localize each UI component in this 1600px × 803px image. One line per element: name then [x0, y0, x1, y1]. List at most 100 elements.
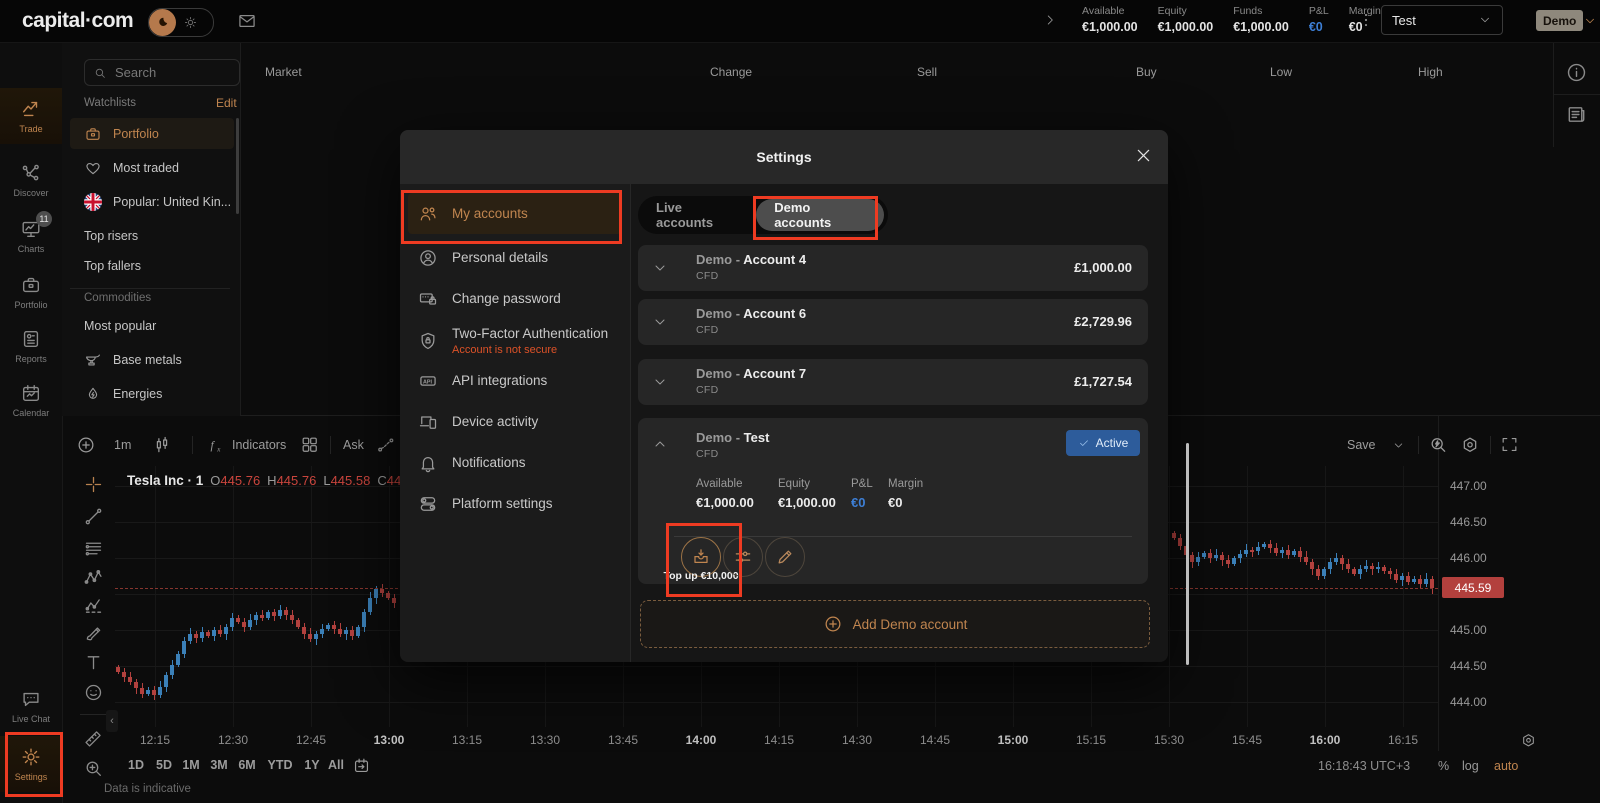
watchlist-item-most-traded[interactable]: Most traded	[70, 152, 234, 183]
watchlist-item-top-risers[interactable]: Top risers	[70, 220, 234, 251]
range-ytd[interactable]: YTD	[268, 758, 293, 772]
info-icon[interactable]	[1565, 61, 1588, 84]
candle	[1358, 569, 1362, 574]
modal-nav-personal-details[interactable]: Personal details	[408, 237, 622, 278]
account-row-account-6[interactable]: Demo - Account 6CFD£2,729.96	[638, 299, 1148, 345]
watchlist-item-energies[interactable]: Energies	[70, 378, 234, 409]
scale-log[interactable]: log	[1462, 759, 1479, 773]
layout-grid-icon[interactable]	[300, 435, 319, 454]
tool-brush-icon[interactable]	[76, 622, 110, 643]
chevron-up-icon[interactable]	[652, 436, 668, 452]
range-5d[interactable]: 5D	[156, 758, 172, 772]
save-button[interactable]: Save	[1347, 438, 1376, 452]
chevron-right-icon[interactable]	[1043, 13, 1057, 27]
news-icon[interactable]	[1565, 103, 1588, 126]
sidebar-item-reports[interactable]: Reports	[0, 318, 62, 374]
chevron-down-icon[interactable]	[652, 260, 668, 276]
sidebar-item-discover[interactable]: Discover	[0, 152, 62, 208]
chart-settings-icon[interactable]	[1460, 435, 1480, 455]
charts-count-badge: 11	[36, 211, 52, 227]
save-chevron-down-icon[interactable]	[1392, 439, 1405, 452]
watchlist-scrollbar[interactable]	[236, 118, 239, 214]
tool-trendline-icon[interactable]	[76, 506, 110, 527]
watchlists-edit-link[interactable]: Edit	[216, 96, 237, 110]
line-style-icon[interactable]	[376, 435, 396, 455]
heart-icon	[84, 159, 102, 177]
add-symbol-button[interactable]	[76, 435, 96, 455]
watchlist-item-portfolio[interactable]: Portfolio	[70, 118, 234, 149]
tool-textt-icon[interactable]	[76, 652, 110, 673]
theme-toggle[interactable]	[148, 8, 214, 37]
sliders-button[interactable]	[723, 537, 763, 577]
watchlist-item-popular-united-kin-[interactable]: Popular: United Kin...	[70, 186, 234, 217]
scale-%[interactable]: %	[1438, 759, 1449, 773]
watchlist-item-base-metals[interactable]: Base metals	[70, 344, 234, 375]
time-tick: 13:00	[374, 733, 405, 747]
range-1m[interactable]: 1M	[182, 758, 199, 772]
mail-icon[interactable]	[237, 11, 257, 31]
tab-demo-accounts[interactable]: Demo accounts	[756, 199, 884, 231]
indicators-button[interactable]: Indicators	[232, 438, 286, 452]
modal-nav-two-factor-authentication[interactable]: Two-Factor AuthenticationAccount is not …	[408, 318, 622, 364]
chevron-down-icon[interactable]	[652, 374, 668, 390]
account-row-account-7[interactable]: Demo - Account 7CFD£1,727.54	[638, 359, 1148, 405]
sidebar: Trade DiscoverCharts11PortfolioReportsCal…	[0, 42, 63, 803]
tool-crosshair-icon[interactable]	[76, 474, 110, 495]
candle	[1286, 550, 1290, 555]
tool-ruler-icon[interactable]	[76, 728, 110, 749]
range-1y[interactable]: 1Y	[304, 758, 319, 772]
axis-settings-icon[interactable]	[1520, 732, 1537, 749]
range-3m[interactable]: 3M	[210, 758, 227, 772]
sidebar-item-trade[interactable]: Trade	[0, 88, 64, 144]
modal-nav-change-password[interactable]: Change password	[408, 278, 622, 319]
candle	[248, 620, 252, 627]
interval-button[interactable]: 1m	[114, 438, 131, 452]
tool-xabcd-icon[interactable]	[76, 568, 110, 589]
modal-scrollbar[interactable]	[1186, 443, 1189, 665]
tool-smiley-icon[interactable]	[76, 682, 110, 703]
tool-fib-icon[interactable]	[76, 538, 110, 559]
tool-zoomplus-icon[interactable]	[76, 758, 110, 779]
watchlist-item-most-popular[interactable]: Most popular	[70, 310, 234, 341]
tab-live-accounts[interactable]: Live accounts	[638, 200, 756, 230]
candle	[230, 618, 234, 627]
modal-nav-device-activity[interactable]: Device activity	[408, 401, 622, 442]
symbol-title[interactable]: Tesla Inc · 1	[127, 473, 203, 488]
collapse-panel-icon[interactable]: ‹	[106, 710, 118, 732]
sidebar-item-portfolio[interactable]: Portfolio	[0, 264, 62, 320]
chevron-down-icon[interactable]	[652, 314, 668, 330]
modal-nav-my-accounts[interactable]: My accounts	[408, 193, 622, 234]
modal-nav-notifications[interactable]: Notifications	[408, 442, 622, 483]
gridline-v	[1325, 466, 1326, 727]
search-input[interactable]	[113, 64, 217, 81]
scale-auto[interactable]: auto	[1494, 759, 1518, 773]
add-demo-account-button[interactable]: Add Demo account	[640, 600, 1150, 648]
demo-chevron-down-icon[interactable]	[1583, 14, 1597, 28]
pencil-button[interactable]	[765, 537, 805, 577]
fx-icon[interactable]: fx	[208, 435, 228, 455]
account-select[interactable]: Test	[1381, 5, 1503, 35]
sidebar-item-live-chat[interactable]: Live Chat	[0, 678, 62, 734]
candles-style-icon[interactable]	[152, 435, 172, 455]
ask-price-toggle[interactable]: Ask	[343, 438, 364, 452]
quick-search-icon[interactable]	[1428, 435, 1448, 455]
range-all[interactable]: All	[328, 758, 344, 772]
tool-forecast-icon[interactable]	[76, 596, 110, 617]
go-to-date-icon[interactable]	[352, 756, 371, 775]
clock[interactable]: 16:18:43 UTC+3	[1318, 759, 1410, 773]
sidebar-item-settings[interactable]: Settings	[0, 736, 62, 792]
close-icon[interactable]	[1134, 146, 1153, 165]
watchlist-item-top-fallers[interactable]: Top fallers	[70, 250, 234, 281]
range-1d[interactable]: 1D	[128, 758, 144, 772]
sidebar-item-charts[interactable]: Charts11	[0, 208, 62, 264]
fullscreen-icon[interactable]	[1500, 435, 1519, 454]
modal-nav-platform-settings[interactable]: Platform settings	[408, 483, 622, 524]
more-options-icon[interactable]	[1355, 9, 1377, 31]
ohlc-o: O445.76	[210, 473, 260, 488]
sidebar-item-calendar[interactable]: Calendar	[0, 372, 62, 428]
watchlist-panel: Watchlists Edit PortfolioMost tradedPopu…	[62, 42, 241, 416]
range-6m[interactable]: 6M	[238, 758, 255, 772]
modal-nav-api-integrations[interactable]: APIAPI integrations	[408, 360, 622, 401]
account-row-account-4[interactable]: Demo - Account 4CFD£1,000.00	[638, 245, 1148, 291]
search-box[interactable]	[84, 59, 240, 86]
